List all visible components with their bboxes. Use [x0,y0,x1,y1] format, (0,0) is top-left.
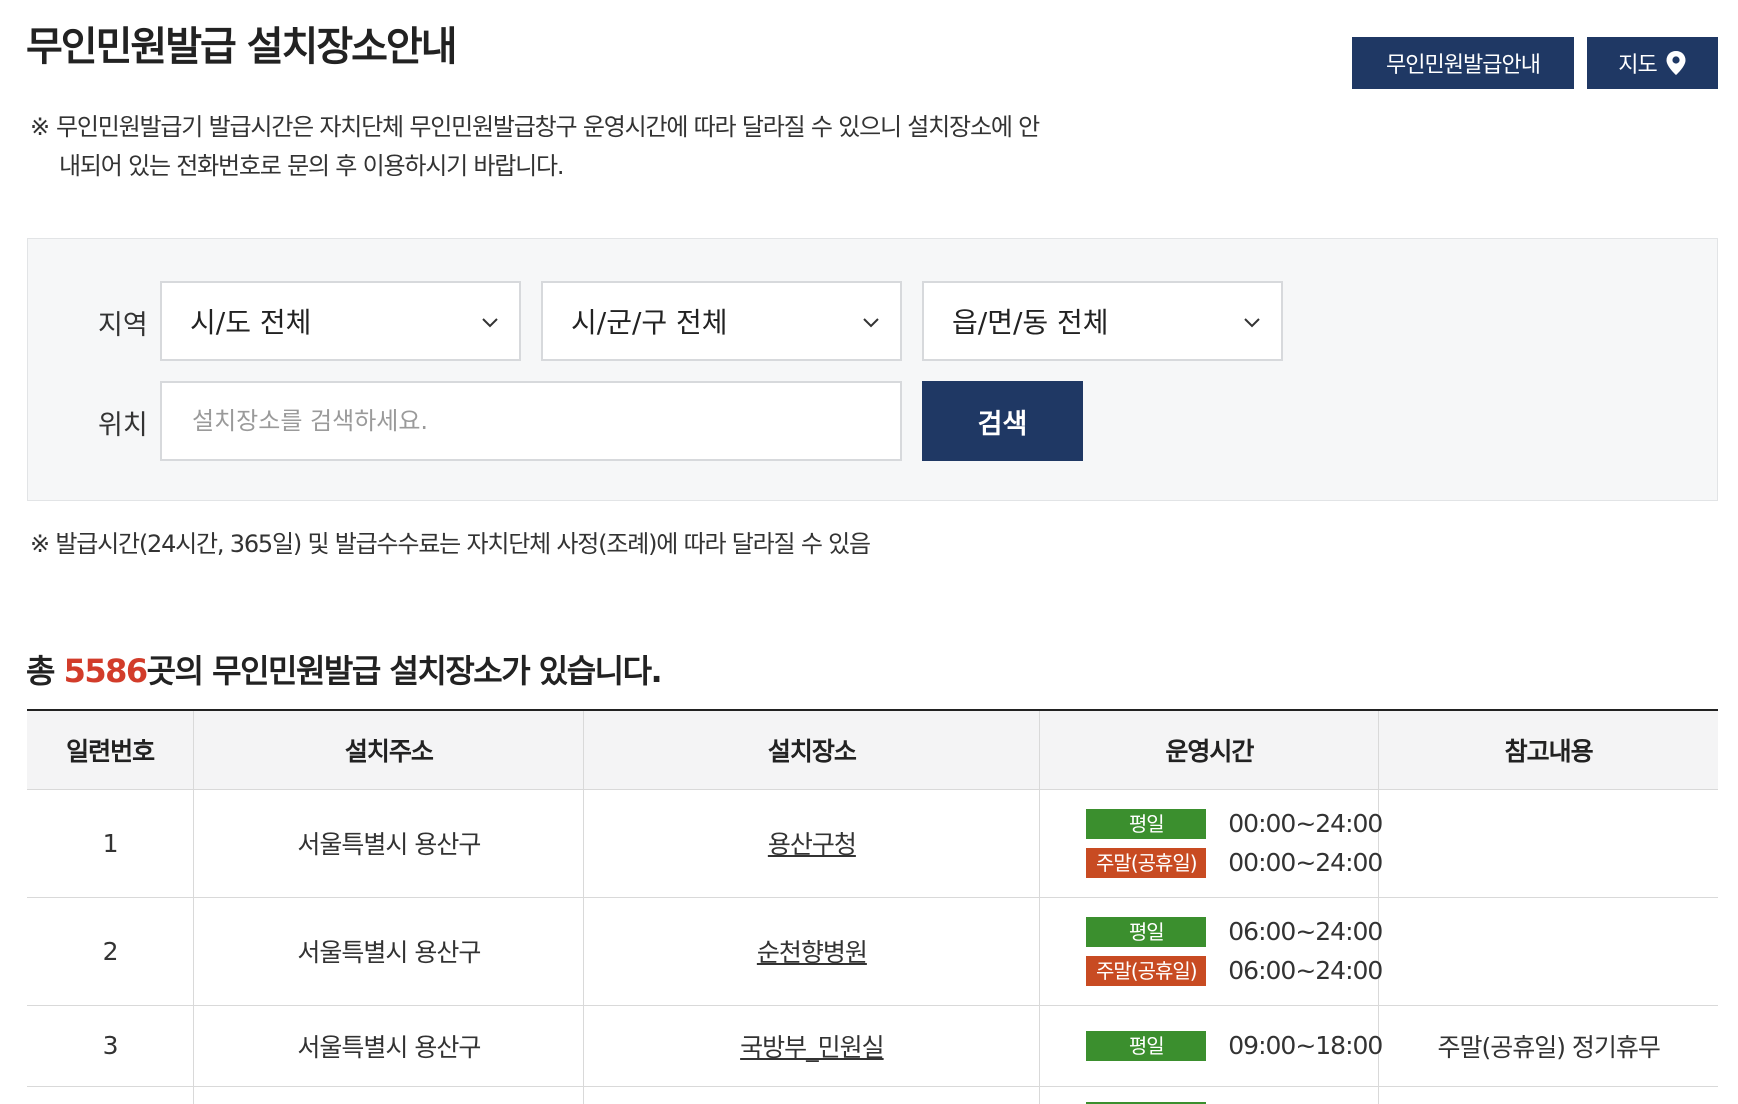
issuance-time-notice: ※ 무인민원발급기 발급시간은 자치단체 무인민원발급창구 운영시간에 따라 달라… [30,108,1100,186]
row-place-cell [583,1086,1040,1104]
row-serial-no [27,1086,194,1104]
table-row: 3 서울특별시 용산구 국방부_민원실 평일 09:00~18:00 주말(공휴일… [27,1005,1718,1087]
page-title: 무인민원발급 설치장소안내 [26,24,458,70]
header-serial-no: 일련번호 [27,709,194,790]
weekend-hours: 00:00~24:00 [1228,848,1383,877]
chevron-down-icon [863,318,879,328]
table-row: 2 서울특별시 용산구 순천향병원 평일 06:00~24:00 주말(공휴일) 0… [27,897,1718,1006]
sigungu-select[interactable]: 시/군/구 전체 [541,281,902,361]
row-note [1378,897,1718,1006]
search-panel: 지역 시/도 전체 시/군/구 전체 읍/면/동 전체 위치 검색 [27,238,1718,501]
row-hours: 평일 00:00~24:00 주말(공휴일) 00:00~24:00 [1039,789,1383,898]
table-header-row: 일련번호 설치주소 설치장소 운영시간 참고내용 [27,709,1718,790]
row-serial-no: 3 [27,1005,194,1087]
location-label: 위치 [98,410,148,441]
map-button[interactable]: 지도 [1587,37,1718,89]
map-button-label: 지도 [1618,53,1657,78]
notice-line-2: 내되어 있는 전화번호로 문의 후 이용하시기 바랍니다. [59,152,565,180]
place-link[interactable]: 국방부_민원실 [740,1033,885,1062]
header-note: 참고내용 [1378,709,1718,790]
result-summary: 총 5586곳의 무인민원발급 설치장소가 있습니다. [26,646,663,692]
row-address [193,1086,584,1104]
search-button[interactable]: 검색 [922,381,1083,461]
weekday-badge: 평일 [1086,916,1207,947]
place-link[interactable]: 용산구청 [768,830,857,859]
table-row [27,1086,1718,1104]
row-hours [1039,1086,1379,1104]
unmanned-issuance-guide-button[interactable]: 무인민원발급안내 [1352,37,1574,89]
row-note [1378,1086,1718,1104]
eupmyeondong-select-value: 읍/면/동 전체 [952,306,1109,339]
chevron-down-icon [1244,318,1260,328]
table-row: 1 서울특별시 용산구 용산구청 평일 00:00~24:00 주말(공휴일) 00… [27,789,1718,898]
weekday-badge: 평일 [1086,1030,1207,1061]
row-serial-no: 2 [27,897,194,1006]
row-note: 주말(공휴일) 정기휴무 [1378,1005,1718,1087]
weekday-badge: 평일 [1086,808,1207,839]
header-address: 설치주소 [193,709,584,790]
row-place-cell: 국방부_민원실 [583,1005,1040,1087]
weekend-badge: 주말(공휴일) [1086,847,1207,878]
weekday-hours: 06:00~24:00 [1228,917,1383,946]
fee-notice: ※ 발급시간(24시간, 365일) 및 발급수수료는 자치단체 사정(조례)에… [30,530,871,558]
sido-select-value: 시/도 전체 [190,306,312,339]
sigungu-select-value: 시/군/구 전체 [571,306,728,339]
summary-suffix: 곳의 무인민원발급 설치장소가 있습니다. [146,652,663,690]
row-hours: 평일 09:00~18:00 [1039,1005,1383,1087]
sido-select[interactable]: 시/도 전체 [160,281,521,361]
row-address: 서울특별시 용산구 [193,789,584,898]
header-place: 설치장소 [583,709,1040,790]
place-search-input[interactable] [160,381,902,461]
row-hours: 평일 06:00~24:00 주말(공휴일) 06:00~24:00 [1039,897,1383,1006]
row-address: 서울특별시 용산구 [193,1005,584,1087]
notice-mark: ※ [30,113,50,141]
notice-line-1: 무인민원발급기 발급시간은 자치단체 무인민원발급창구 운영시간에 따라 달라질… [56,113,1040,141]
location-table: 일련번호 설치주소 설치장소 운영시간 참고내용 1 서울특별시 용산구 용산구… [27,709,1718,1104]
chevron-down-icon [482,318,498,328]
summary-prefix: 총 [26,652,64,690]
eupmyeondong-select[interactable]: 읍/면/동 전체 [922,281,1283,361]
row-note [1378,789,1718,898]
weekday-hours: 09:00~18:00 [1228,1031,1383,1060]
weekend-hours: 06:00~24:00 [1228,956,1383,985]
place-link[interactable]: 순천향병원 [757,938,868,967]
row-place-cell: 용산구청 [583,789,1040,898]
row-address: 서울특별시 용산구 [193,897,584,1006]
weekend-badge: 주말(공휴일) [1086,955,1207,986]
weekday-hours: 00:00~24:00 [1228,809,1383,838]
header-hours: 운영시간 [1039,709,1379,790]
row-place-cell: 순천향병원 [583,897,1040,1006]
region-label: 지역 [98,310,148,341]
map-pin-icon [1666,51,1686,75]
guide-button-label: 무인민원발급안내 [1386,53,1541,78]
row-serial-no: 1 [27,789,194,898]
result-count: 5586 [63,652,149,690]
